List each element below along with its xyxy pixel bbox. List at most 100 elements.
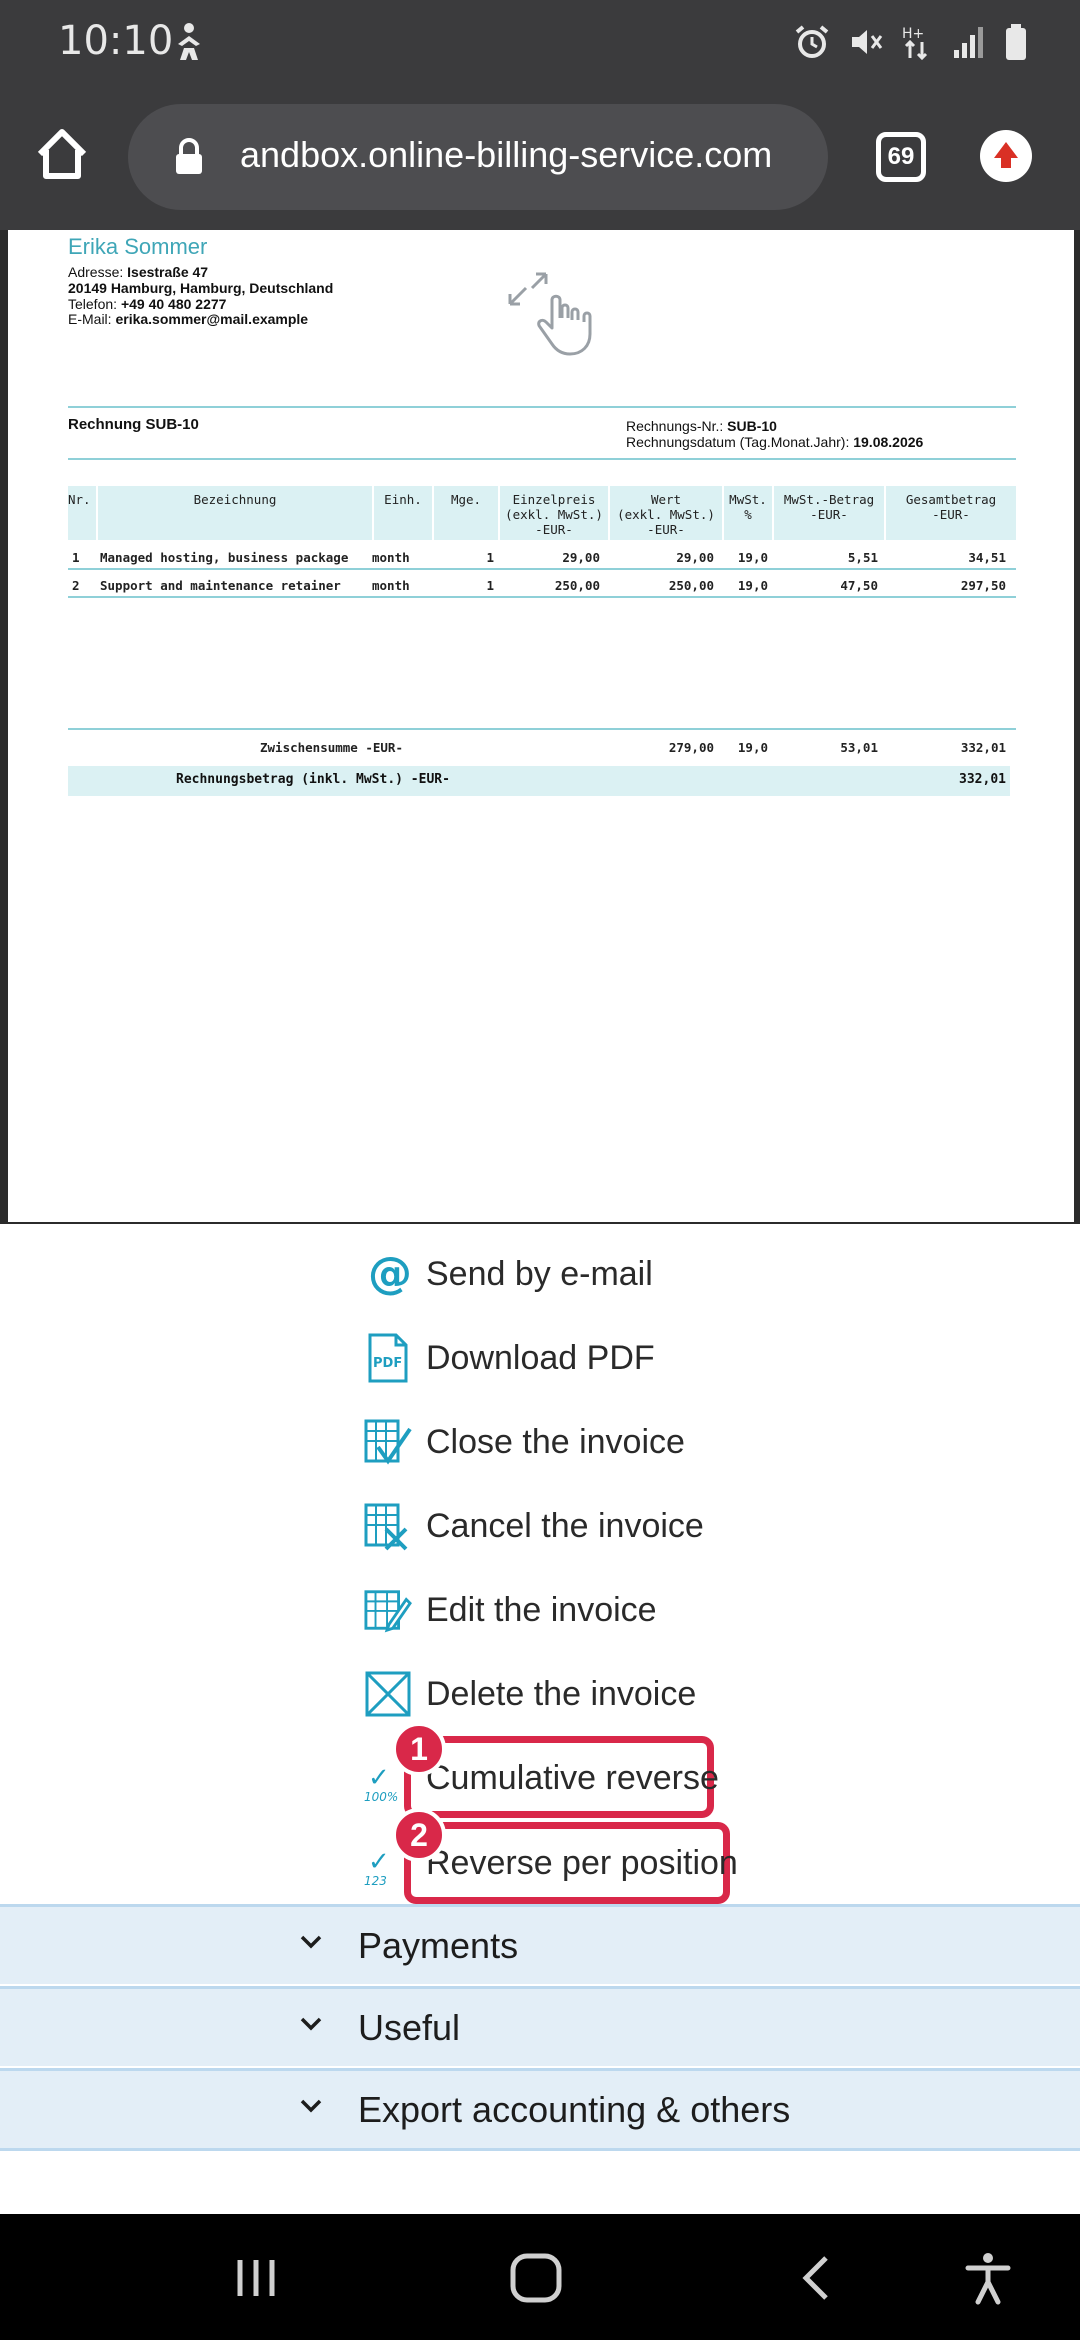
menu-label: Reverse per position [426, 1843, 738, 1882]
status-time: 10:10 [58, 18, 174, 64]
cell-nr: 1 [72, 550, 80, 565]
accessibility-status-icon [178, 23, 200, 60]
column-header: MwSt.-Betrag -EUR- [774, 486, 884, 540]
column-header: Wert (exkl. MwSt.) -EUR- [610, 486, 722, 540]
table-row: 1 Managed hosting, business package mont… [68, 546, 1016, 570]
cumulative-reverse-action[interactable]: Cumulative reverse [426, 1748, 719, 1808]
table-row: 2 Support and maintenance retainer month… [68, 574, 1016, 598]
delete-invoice-icon [364, 1668, 412, 1720]
menu-label: Close the invoice [426, 1422, 685, 1461]
invoice-table-header: Nr. Bezeichnung Einh. Mge. Einzelpreis (… [68, 486, 1016, 540]
column-header: Bezeichnung [98, 486, 372, 540]
sender-phone-line: Telefon: +49 40 480 2277 [68, 296, 227, 312]
cell-unit-price: 250,00 [554, 578, 600, 593]
cancel-invoice-icon [364, 1500, 412, 1552]
accordion-export-accounting[interactable]: Export accounting & others [0, 2068, 1080, 2148]
column-header: Gesamtbetrag -EUR- [886, 486, 1016, 540]
close-invoice-action[interactable]: Close the invoice [364, 1412, 685, 1472]
cell-unit: month [372, 578, 410, 593]
step-badge-1: 1 [392, 1722, 446, 1776]
sender-city-line: 20149 Hamburg, Hamburg, Deutschland [68, 280, 334, 296]
address-bar[interactable]: andbox.online-billing-service.com [128, 104, 828, 210]
column-header: Mge. [434, 486, 498, 540]
at-icon: @ [364, 1248, 412, 1300]
sender-email-line: E-Mail: erika.sommer@mail.example [68, 311, 309, 327]
column-header: Einh. [374, 486, 432, 540]
accessibility-icon[interactable] [958, 2250, 1018, 2306]
cell-qty: 1 [486, 550, 494, 565]
download-pdf-action[interactable]: PDF Download PDF [364, 1328, 655, 1388]
menu-label: Cumulative reverse [426, 1758, 719, 1797]
cell-qty: 1 [486, 578, 494, 593]
subtotal-row: Zwischensumme -EUR- 279,00 19,0 53,01 33… [68, 736, 1016, 758]
cell-description: Support and maintenance retainer [100, 578, 341, 593]
mute-icon [852, 30, 883, 54]
menu-label: Download PDF [426, 1338, 655, 1377]
reverse-per-position-action[interactable]: Reverse per position [426, 1833, 738, 1893]
status-icons: H+ [794, 20, 1028, 64]
subtotal-vat-rate: 19,0 [737, 740, 768, 755]
back-icon[interactable] [788, 2250, 848, 2306]
accordion-payments[interactable]: Payments [0, 1904, 1080, 1984]
home-nav-icon[interactable] [506, 2250, 566, 2306]
home-icon[interactable] [32, 124, 92, 184]
chevron-down-icon [300, 2099, 322, 2113]
lock-icon [176, 138, 202, 174]
cell-vat: 47,50 [840, 578, 878, 593]
edit-invoice-icon [364, 1584, 412, 1636]
divider [68, 728, 1016, 730]
sender-address-line: Adresse: Isestraße 47 [68, 264, 209, 280]
recent-apps-icon[interactable] [226, 2250, 286, 2306]
grand-total-row: Rechnungsbetrag (inkl. MwSt.) -EUR- 332,… [68, 766, 1010, 796]
column-header: MwSt. % [724, 486, 772, 540]
close-invoice-icon [364, 1416, 412, 1468]
subtotal-vat: 53,01 [840, 740, 878, 755]
column-header: Einzelpreis (exkl. MwSt.) -EUR- [500, 486, 608, 540]
status-bar: 10:10 H+ [0, 0, 1080, 84]
divider [0, 2148, 1080, 2151]
grand-total-label: Rechnungsbetrag (inkl. MwSt.) -EUR- [176, 772, 450, 787]
step-badge-2: 2 [392, 1808, 446, 1862]
svg-text:H+: H+ [902, 26, 924, 42]
cell-net: 29,00 [676, 550, 714, 565]
cell-total: 297,50 [960, 578, 1006, 593]
update-icon[interactable] [980, 130, 1032, 182]
svg-text:PDF: PDF [373, 1356, 402, 1371]
battery-icon [1006, 24, 1026, 60]
signal-icon [954, 27, 983, 58]
url-text: andbox.online-billing-service.com [240, 134, 773, 175]
cell-net: 250,00 [668, 578, 714, 593]
svg-text:@: @ [368, 1250, 410, 1298]
subtotal-label: Zwischensumme -EUR- [260, 740, 403, 755]
tap-to-expand-icon[interactable] [506, 270, 596, 360]
divider [68, 458, 1016, 460]
sender-name: Erika Sommer [68, 234, 208, 259]
cancel-invoice-action[interactable]: Cancel the invoice [364, 1496, 704, 1556]
cell-vat-rate: 19,0 [737, 578, 768, 593]
invoice-preview[interactable]: Erika Sommer Adresse: Isestraße 47 20149… [0, 230, 1080, 1224]
invoice-date: Rechnungsdatum (Tag.Monat.Jahr): 19.08.2… [626, 434, 924, 450]
tab-switcher-button[interactable]: 69 [876, 132, 926, 182]
chevron-down-icon [300, 1935, 322, 1949]
divider [68, 406, 1016, 408]
column-header: Nr. [68, 486, 96, 540]
alarm-icon [795, 25, 829, 58]
cumulative-reverse-icon: ✓ 100% [364, 1762, 399, 1804]
grand-total-value: 332,01 [959, 772, 1006, 787]
delete-invoice-action[interactable]: Delete the invoice [364, 1664, 696, 1724]
cell-unit: month [372, 550, 410, 565]
accordion-useful[interactable]: Useful [0, 1986, 1080, 2066]
pdf-icon: PDF [364, 1332, 412, 1384]
edit-invoice-action[interactable]: Edit the invoice [364, 1580, 657, 1640]
invoice-number: Rechnungs-Nr.: SUB-10 [626, 418, 777, 434]
chevron-down-icon [300, 2017, 322, 2031]
accordion-label: Export accounting & others [358, 2089, 791, 2130]
cell-nr: 2 [72, 578, 80, 593]
reverse-position-icon: ✓ 123 [364, 1846, 390, 1888]
menu-label: Send by e-mail [426, 1254, 653, 1293]
invoice-title: Rechnung SUB-10 [68, 416, 199, 433]
subtotal-total: 332,01 [960, 740, 1006, 755]
cell-description: Managed hosting, business package [100, 550, 349, 565]
send-email-action[interactable]: @ Send by e-mail [364, 1244, 653, 1304]
cell-vat-rate: 19,0 [737, 550, 768, 565]
